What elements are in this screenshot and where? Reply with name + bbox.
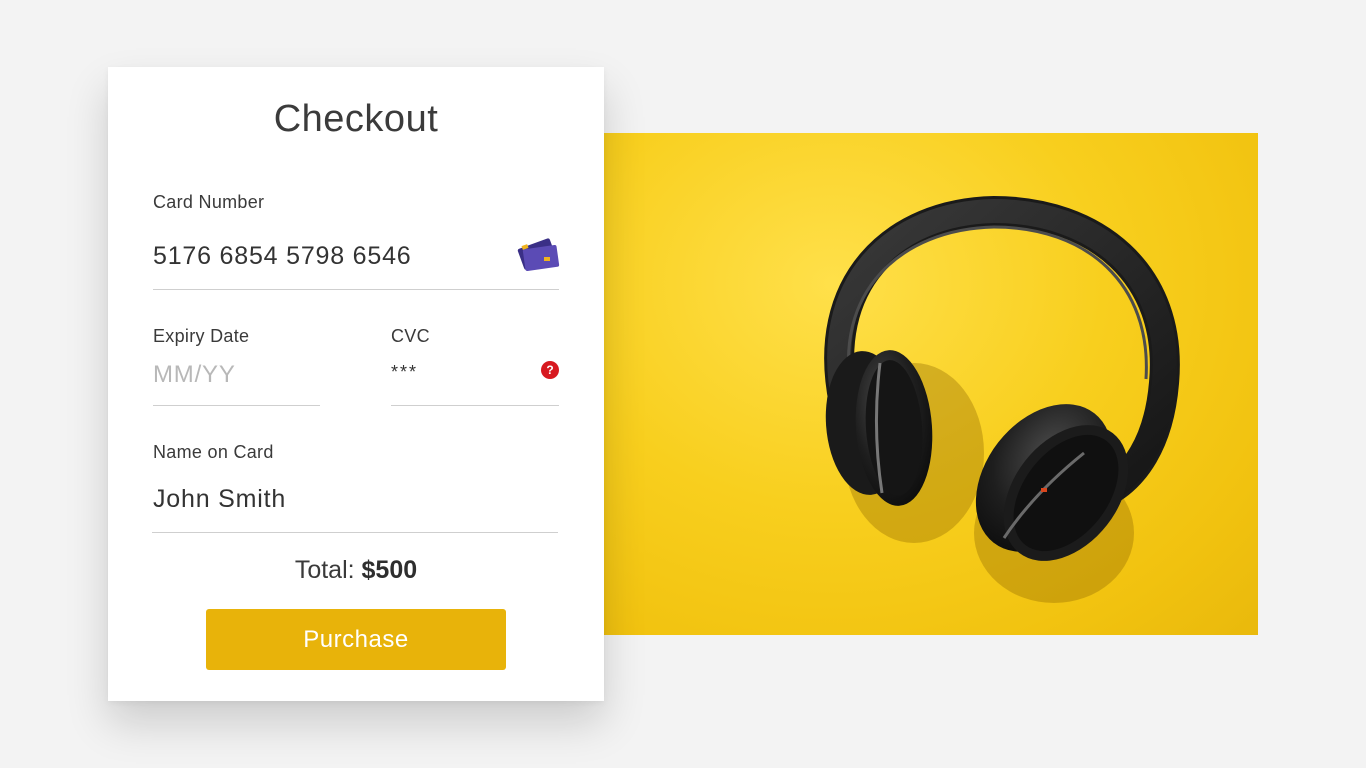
purchase-button[interactable]: Purchase: [206, 609, 506, 670]
name-on-card-underline: [152, 532, 558, 533]
expiry-date-underline: [153, 405, 320, 406]
page: Checkout Card Number 5176 6854 5798 6546…: [0, 0, 1366, 768]
name-on-card-label: Name on Card: [153, 442, 274, 462]
expiry-date-field[interactable]: MM/YY: [153, 361, 236, 389]
checkout-card: Checkout Card Number 5176 6854 5798 6546…: [108, 67, 604, 701]
product-image: [604, 133, 1258, 635]
help-icon[interactable]: ?: [541, 361, 559, 379]
order-total: Total: $500: [108, 556, 604, 585]
credit-card-icon: [514, 233, 560, 276]
card-number-label: Card Number: [153, 192, 265, 212]
cvc-field[interactable]: ***: [391, 362, 418, 383]
total-amount: $500: [361, 556, 418, 584]
name-on-card-field[interactable]: John Smith: [153, 485, 286, 514]
cvc-label: CVC: [391, 326, 430, 346]
card-number-field[interactable]: 5176 6854 5798 6546: [153, 242, 412, 271]
cvc-underline: [391, 405, 559, 406]
page-title: Checkout: [273, 98, 439, 140]
card-number-underline: [153, 289, 559, 290]
headphones-icon: [824, 195, 1180, 603]
expiry-date-label: Expiry Date: [153, 326, 250, 346]
total-label: Total:: [294, 556, 362, 584]
